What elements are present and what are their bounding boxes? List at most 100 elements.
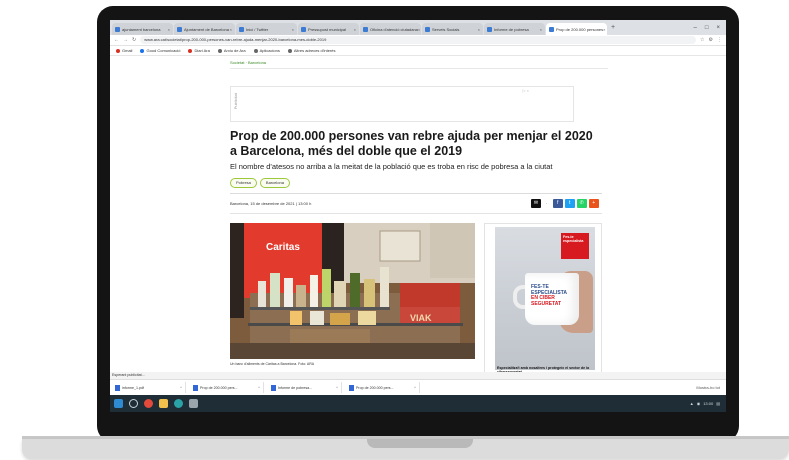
browser-tab[interactable]: ajuntament barcelona × bbox=[112, 23, 173, 35]
laptop-screen: ajuntament barcelona × Ajuntament de Barc… bbox=[110, 20, 726, 412]
folder-icon[interactable] bbox=[159, 399, 168, 408]
browser-tab[interactable]: Oficina d'atenció ciutadana × bbox=[360, 23, 421, 35]
file-icon bbox=[115, 384, 120, 391]
file-icon bbox=[271, 384, 276, 391]
file-icon bbox=[193, 384, 198, 391]
downloads-bar: informe_1.pdf ^ Prop de 200.000 pers... ^ … bbox=[110, 379, 726, 395]
close-tab-icon[interactable]: × bbox=[418, 27, 420, 32]
url-input[interactable]: www.ara.cat/societat/prop-200-000-person… bbox=[140, 36, 697, 44]
more-share-icon[interactable]: + bbox=[588, 199, 599, 208]
chevron-up-icon[interactable]: ^ bbox=[180, 385, 182, 390]
window-controls: – □ × bbox=[694, 25, 726, 31]
back-icon[interactable]: ← bbox=[114, 37, 119, 43]
bookmark-icon bbox=[217, 48, 222, 53]
bookmark-icon bbox=[140, 48, 145, 53]
download-item[interactable]: Prop de 200.000 pers... ^ bbox=[346, 382, 420, 393]
close-tab-icon[interactable]: × bbox=[230, 27, 232, 32]
bookmark-icon bbox=[253, 48, 258, 53]
close-tab-icon[interactable]: × bbox=[478, 27, 480, 32]
browser-menu-icon[interactable]: ⋮ bbox=[717, 37, 722, 43]
side-ad-image: Fes-te especialista FES-TE ESPECIALISTA … bbox=[495, 227, 595, 370]
tag-pill[interactable]: Pobresa bbox=[230, 178, 257, 188]
ad-logo: Fes-te especialista bbox=[561, 233, 589, 259]
photo-caption: Un banc d'aliments de Càritas a Barcelon… bbox=[230, 362, 315, 366]
gmail-icon bbox=[116, 48, 120, 53]
download-item[interactable]: informe_1.pdf ^ bbox=[112, 382, 186, 393]
breadcrumb[interactable]: Societat · Barcelona bbox=[230, 60, 266, 65]
bookmark-item[interactable]: Good Comunicació bbox=[140, 48, 180, 53]
article-subheadline: El nombre d'atesos no arriba a la meitat… bbox=[230, 162, 553, 171]
mug-text: FES-TE ESPECIALISTA EN CIBER SEGURETAT bbox=[531, 284, 568, 307]
browser-tab[interactable]: Ajuntament de Barcelona × bbox=[174, 23, 235, 35]
edge-icon[interactable] bbox=[174, 399, 183, 408]
article-headline: Prop de 200.000 persones van rebre ajuda… bbox=[230, 129, 593, 158]
bookmarks-bar: Gmail Good Comunicació Diari Ara Arxiu d… bbox=[110, 46, 726, 56]
chevron-up-icon[interactable]: ^ bbox=[336, 385, 338, 390]
chevron-up-icon[interactable]: ^ bbox=[414, 385, 416, 390]
bookmark-item[interactable]: Gmail bbox=[116, 48, 132, 53]
side-ad[interactable]: Fes-te especialista FES-TE ESPECIALISTA … bbox=[484, 223, 602, 374]
clock[interactable]: 13:00 bbox=[703, 401, 713, 406]
network-icon[interactable]: ▲ bbox=[690, 401, 694, 406]
close-window-icon[interactable]: × bbox=[716, 25, 720, 31]
facebook-share-icon[interactable]: f bbox=[552, 199, 563, 208]
bookmark-icon bbox=[188, 48, 193, 53]
chevron-up-icon[interactable]: ^ bbox=[258, 385, 260, 390]
browser-tab-active[interactable]: Prop de 200.000 persones × bbox=[546, 23, 607, 35]
start-icon[interactable] bbox=[114, 399, 123, 408]
show-all-downloads-link[interactable]: Mostra-ho tot bbox=[696, 385, 726, 390]
bookmark-item[interactable]: Altres adreces d'interès bbox=[287, 48, 336, 53]
windows-taskbar: ▲ ◉ 13:00 ▤ bbox=[110, 395, 726, 412]
food-bank-photo: Caritas VIAK bbox=[230, 223, 475, 359]
whatsapp-share-icon[interactable]: ✆ bbox=[576, 199, 587, 208]
new-tab-icon[interactable]: + bbox=[611, 24, 615, 31]
svg-text:VIAK: VIAK bbox=[410, 313, 432, 323]
close-tab-icon[interactable]: × bbox=[292, 27, 294, 32]
close-tab-icon[interactable]: × bbox=[603, 27, 605, 32]
caritas-logo-text: Caritas bbox=[266, 242, 300, 253]
browser-tab[interactable]: Informe de pobresa × bbox=[484, 23, 545, 35]
browser-tab[interactable]: Inici / Twitter × bbox=[236, 23, 297, 35]
divider bbox=[230, 193, 602, 194]
favicon-icon bbox=[487, 26, 492, 32]
browser-tab-strip: ajuntament barcelona × Ajuntament de Barc… bbox=[110, 20, 726, 35]
tag-pill[interactable]: Barcelona bbox=[259, 178, 290, 188]
minimize-icon[interactable]: – bbox=[694, 25, 697, 31]
volume-icon[interactable]: ◉ bbox=[697, 401, 701, 406]
maximize-icon[interactable]: □ bbox=[705, 25, 709, 31]
file-icon bbox=[349, 384, 354, 391]
download-item[interactable]: Informe de pobresa... ^ bbox=[268, 382, 342, 393]
favicon-icon bbox=[115, 26, 120, 32]
chrome-icon[interactable] bbox=[144, 399, 153, 408]
bookmark-item[interactable]: Arxiu de Ara bbox=[217, 48, 246, 53]
favicon-icon bbox=[549, 26, 554, 32]
favicon-icon bbox=[301, 26, 306, 32]
article-photo[interactable]: Caritas VIAK bbox=[230, 223, 475, 359]
favicon-icon bbox=[239, 26, 244, 32]
close-tab-icon[interactable]: × bbox=[168, 27, 170, 32]
notifications-icon[interactable]: ▤ bbox=[716, 401, 720, 406]
divider bbox=[230, 68, 608, 69]
ad-close-icon[interactable]: ▷ × bbox=[522, 88, 529, 93]
banner-ad[interactable]: Publicitat ▷ × bbox=[230, 86, 574, 122]
twitter-share-icon[interactable]: t bbox=[564, 199, 575, 208]
divider bbox=[230, 213, 602, 214]
browser-tab[interactable]: Serveis Socials × bbox=[422, 23, 483, 35]
download-item[interactable]: Prop de 200.000 pers... ^ bbox=[190, 382, 264, 393]
search-icon[interactable] bbox=[129, 399, 138, 408]
close-tab-icon[interactable]: × bbox=[540, 27, 542, 32]
reload-icon[interactable]: ↻ bbox=[132, 37, 136, 43]
extensions-icon[interactable]: ⚙ bbox=[709, 37, 713, 43]
bookmark-item[interactable]: Diari Ara bbox=[188, 48, 210, 53]
share-separator: · bbox=[546, 200, 548, 207]
forward-icon[interactable]: → bbox=[123, 37, 128, 43]
close-tab-icon[interactable]: × bbox=[354, 27, 356, 32]
app-icon[interactable] bbox=[189, 399, 198, 408]
email-share-icon[interactable]: ✉ bbox=[531, 199, 541, 208]
favicon-icon bbox=[425, 26, 430, 32]
bookmark-item[interactable]: Aplicacions bbox=[253, 48, 280, 53]
bookmark-star-icon[interactable]: ☆ bbox=[700, 37, 704, 43]
browser-tab[interactable]: Pressupost municipal × bbox=[298, 23, 359, 35]
folder-icon bbox=[287, 48, 292, 53]
tag-list: Pobresa Barcelona bbox=[230, 178, 290, 188]
